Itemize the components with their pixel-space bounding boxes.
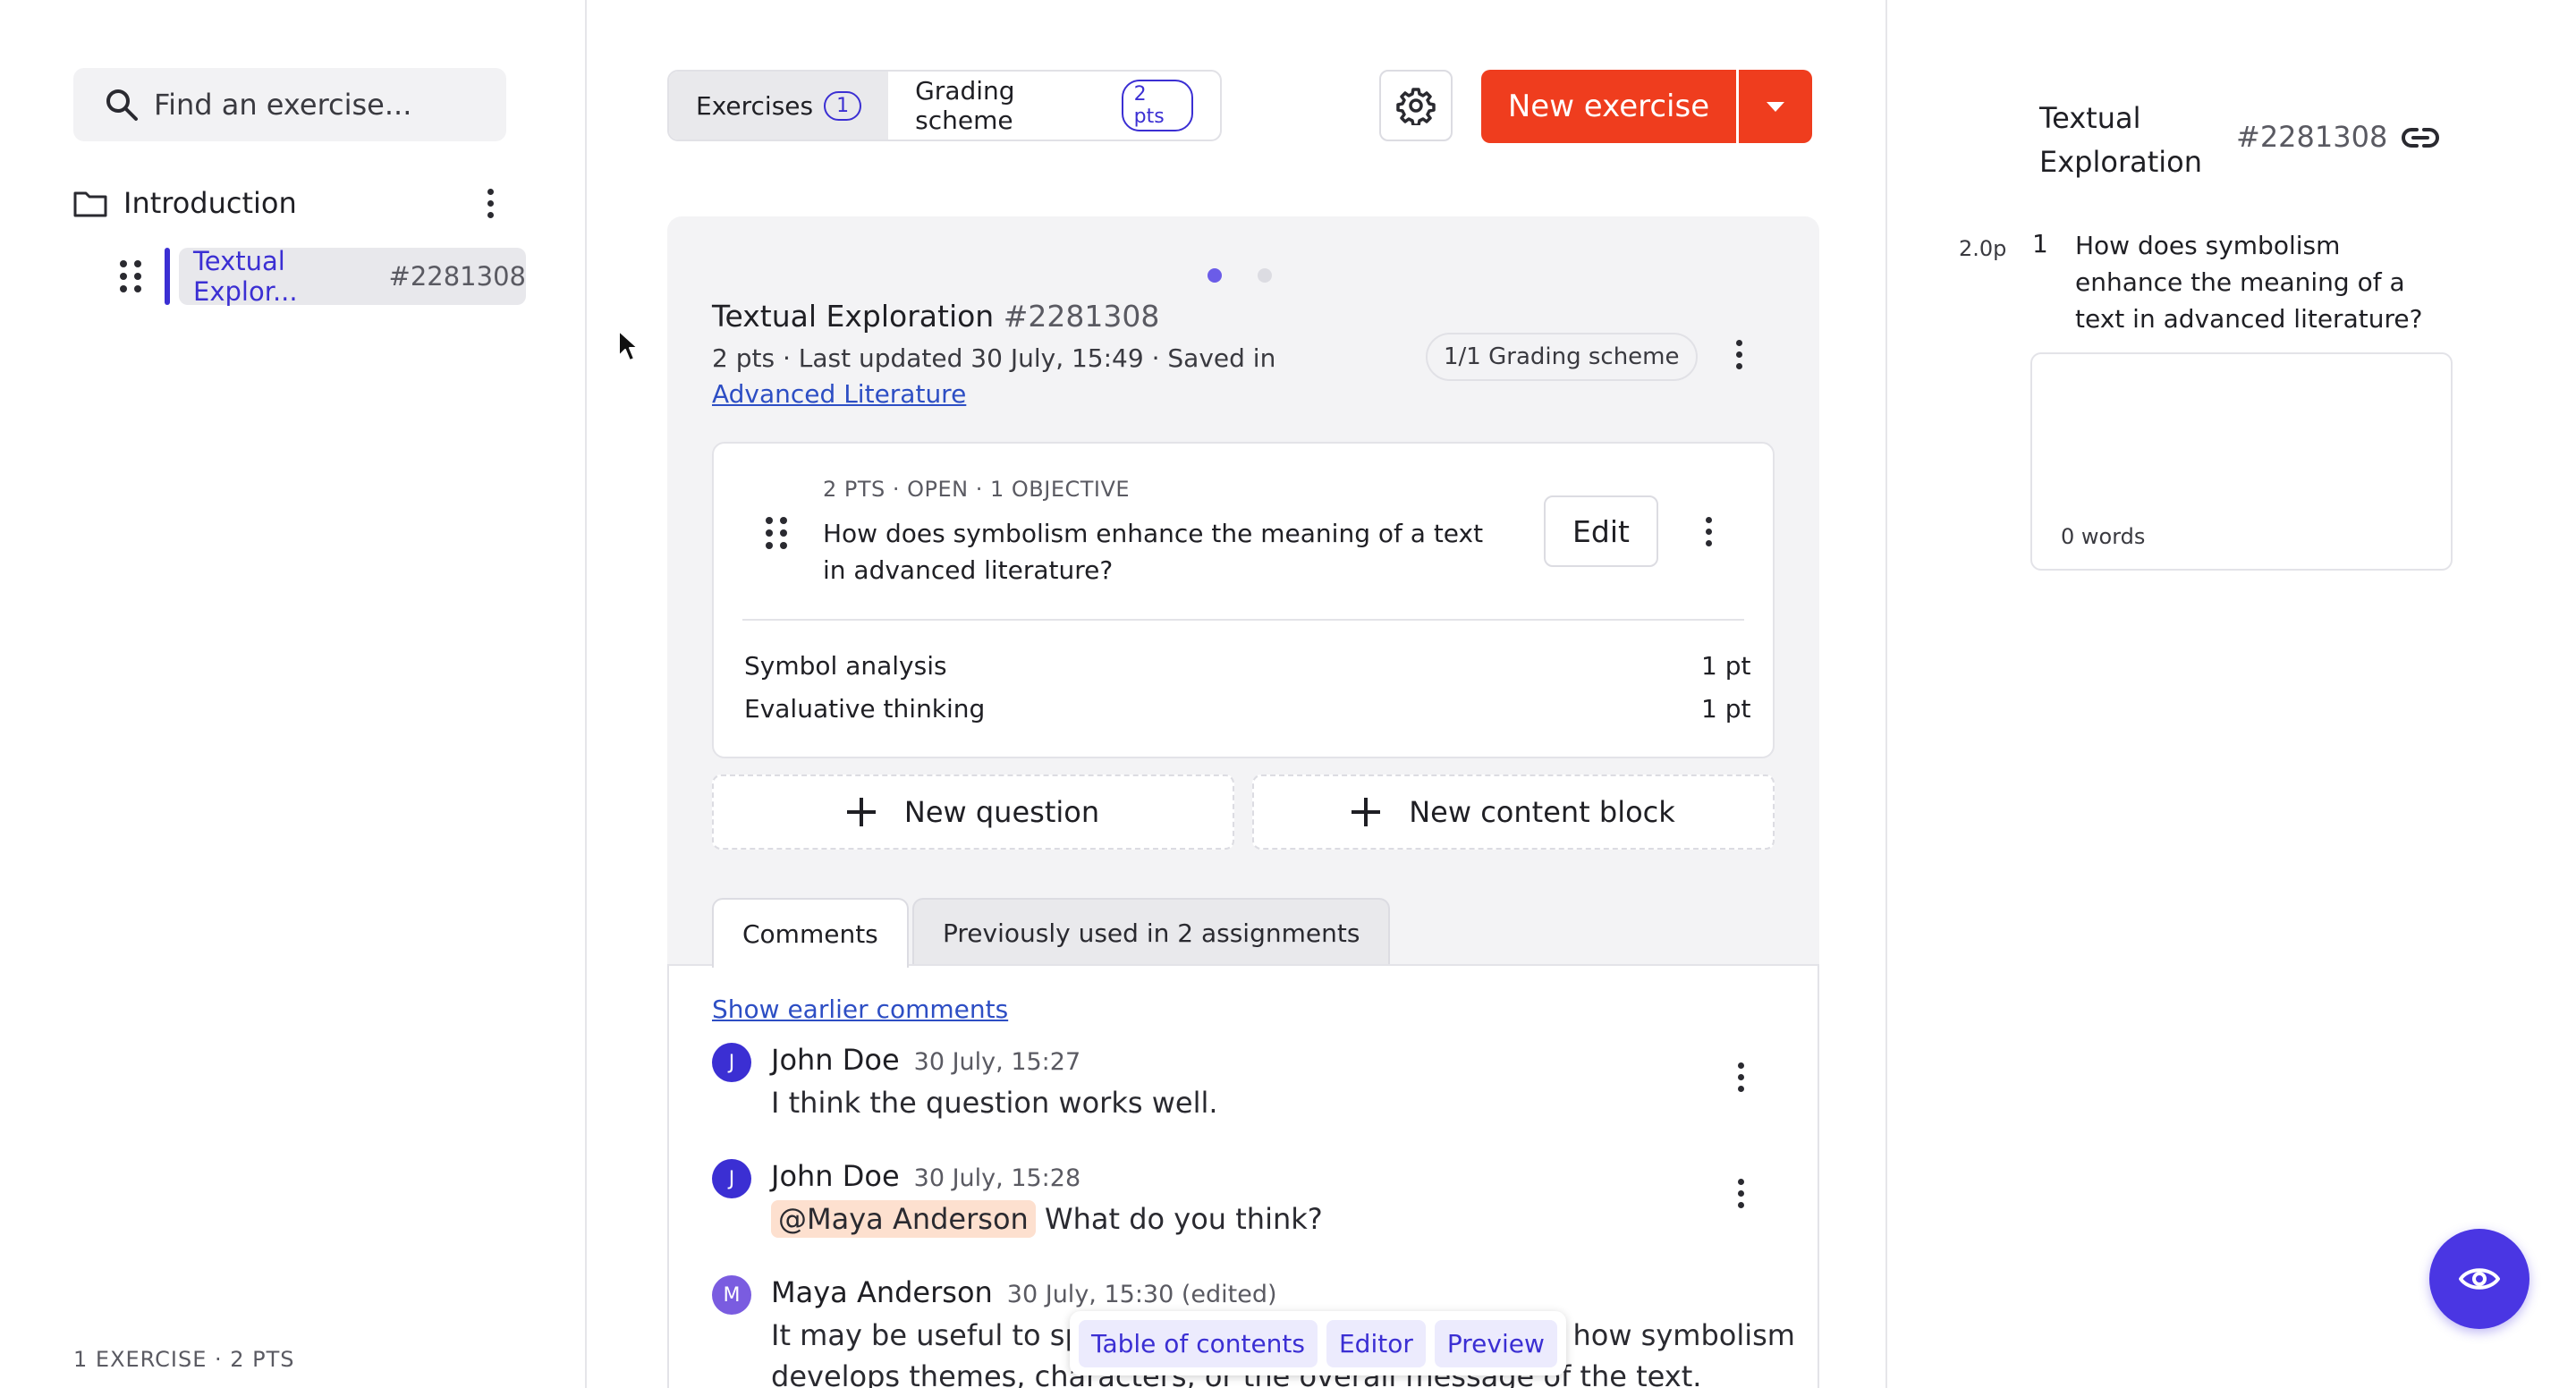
- folder-label: Introduction: [123, 186, 297, 220]
- floating-menu: Table of contents Editor Preview: [1070, 1311, 1566, 1375]
- preview-points: 2.0p: [1959, 236, 2007, 261]
- preview-panel: [1885, 0, 2576, 1388]
- tab-comments[interactable]: Comments: [712, 898, 909, 968]
- tab-grading-scheme[interactable]: Grading scheme 2 pts: [888, 72, 1220, 140]
- word-count: 0 words: [2061, 524, 2146, 549]
- new-content-block-label: New content block: [1409, 795, 1675, 829]
- search-box[interactable]: [73, 68, 506, 141]
- carousel-dots: [1208, 268, 1272, 283]
- tab-grading-badge: 2 pts: [1121, 80, 1193, 131]
- table-of-contents-button[interactable]: Table of contents: [1079, 1319, 1318, 1367]
- settings-button[interactable]: [1379, 70, 1453, 141]
- tab-exercises[interactable]: Exercises 1: [669, 72, 889, 140]
- new-question-label: New question: [903, 795, 1100, 829]
- new-question-button[interactable]: New question: [712, 774, 1234, 850]
- comment-time: 30 July, 15:28: [913, 1164, 1081, 1192]
- sidebar-item-pill[interactable]: Textual Explor... #2281308: [179, 246, 526, 307]
- plus-icon: [846, 798, 876, 826]
- comment-text: @Maya Anderson What do you think?: [771, 1200, 1323, 1238]
- comment-header: Maya Anderson 30 July, 15:30 (edited): [771, 1275, 1277, 1309]
- carousel-dot-active[interactable]: [1208, 268, 1222, 283]
- comment-author: John Doe: [771, 1043, 900, 1077]
- preview-question-number: 1: [2032, 229, 2048, 258]
- gear-icon: [1396, 88, 1436, 125]
- question-more-icon[interactable]: [1690, 513, 1726, 549]
- comment-more-icon[interactable]: [1723, 1175, 1758, 1211]
- caret-down-icon: [1767, 101, 1784, 112]
- criterion-points: 1 pt: [1701, 651, 1751, 681]
- grading-scheme-pill[interactable]: 1/1 Grading scheme: [1426, 333, 1698, 381]
- exercise-more-icon[interactable]: [1721, 336, 1757, 372]
- saved-in-link[interactable]: Advanced Literature: [712, 379, 966, 409]
- active-indicator: [165, 248, 170, 305]
- exercise-meta: 2 pts · Last updated 30 July, 15:49 · Sa…: [712, 343, 1276, 373]
- new-exercise-button[interactable]: New exercise: [1481, 70, 1739, 143]
- comment-text: n how symbolism: [1546, 1318, 1795, 1352]
- question-drag-handle-icon[interactable]: [766, 517, 787, 549]
- comment-text: It may be useful to spe: [771, 1318, 1101, 1352]
- sidebar-item-title: Textual Explor...: [193, 246, 298, 307]
- criterion-points: 1 pt: [1701, 694, 1751, 724]
- carousel-dot[interactable]: [1258, 268, 1272, 283]
- exercise-id: #2281308: [1003, 299, 1160, 334]
- divider: [742, 619, 1744, 621]
- question-text: How does symbolism enhance the meaning o…: [823, 519, 1484, 585]
- new-content-block-button[interactable]: New content block: [1252, 774, 1775, 850]
- comment-author: Maya Anderson: [771, 1275, 993, 1309]
- folder-introduction[interactable]: Introduction: [73, 175, 508, 231]
- sidebar-footer: 1 EXERCISE · 2 PTS: [73, 1347, 295, 1372]
- drag-handle-icon[interactable]: [120, 260, 141, 292]
- comment-author: John Doe: [771, 1159, 900, 1193]
- exercise-title: Textual Exploration #2281308: [712, 299, 1159, 334]
- comment-text: I think the question works well.: [771, 1086, 1218, 1120]
- show-earlier-comments-link[interactable]: Show earlier comments: [712, 994, 1008, 1024]
- search-input[interactable]: [154, 88, 494, 122]
- new-exercise-dropdown[interactable]: [1739, 70, 1812, 143]
- tab-grading-label: Grading scheme: [915, 76, 1015, 135]
- preview-fab-button[interactable]: [2429, 1229, 2529, 1329]
- eye-icon: [2459, 1268, 2500, 1290]
- sidebar-exercise-item[interactable]: Textual Explor... #2281308: [120, 246, 526, 307]
- sidebar-item-id: #2281308: [388, 261, 526, 292]
- preview-button[interactable]: Preview: [1434, 1319, 1557, 1367]
- exercise-title-text: Textual Exploration: [712, 299, 995, 334]
- plus-icon: [1352, 798, 1381, 826]
- view-tabs: Exercises 1 Grading scheme 2 pts: [667, 70, 1222, 141]
- folder-more-icon[interactable]: [472, 185, 508, 221]
- mouse-cursor-icon: [618, 330, 639, 361]
- preview-title: Textual Exploration: [2039, 101, 2202, 179]
- avatar: M: [712, 1275, 751, 1315]
- comment-more-icon[interactable]: [1723, 1059, 1758, 1095]
- edit-question-button[interactable]: Edit: [1544, 495, 1658, 567]
- user-mention[interactable]: @Maya Anderson: [771, 1200, 1036, 1238]
- comment-time: 30 July, 15:27: [913, 1048, 1081, 1076]
- search-icon: [106, 89, 138, 121]
- criterion-label: Symbol analysis: [744, 651, 947, 681]
- tab-previously-used[interactable]: Previously used in 2 assignments: [912, 898, 1391, 966]
- question-meta: 2 PTS · OPEN · 1 OBJECTIVE: [823, 477, 1131, 502]
- comment-text-body: What do you think?: [1044, 1202, 1323, 1236]
- editor-button[interactable]: Editor: [1326, 1319, 1426, 1367]
- comment-header: John Doe 30 July, 15:27: [771, 1043, 1080, 1077]
- tab-exercises-count: 1: [824, 90, 862, 121]
- criterion-label: Evaluative thinking: [744, 694, 986, 724]
- preview-id: #2281308: [2236, 120, 2388, 154]
- avatar: J: [712, 1043, 751, 1082]
- comment-header: John Doe 30 July, 15:28: [771, 1159, 1080, 1193]
- preview-question-text: How does symbolism enhance the meaning o…: [2075, 231, 2423, 334]
- avatar: J: [712, 1159, 751, 1198]
- folder-icon: [73, 191, 107, 217]
- link-icon[interactable]: [2401, 125, 2440, 150]
- comment-time: 30 July, 15:30 (edited): [1006, 1281, 1277, 1308]
- new-exercise-split-button: New exercise: [1481, 70, 1812, 143]
- tab-exercises-label: Exercises: [696, 90, 814, 121]
